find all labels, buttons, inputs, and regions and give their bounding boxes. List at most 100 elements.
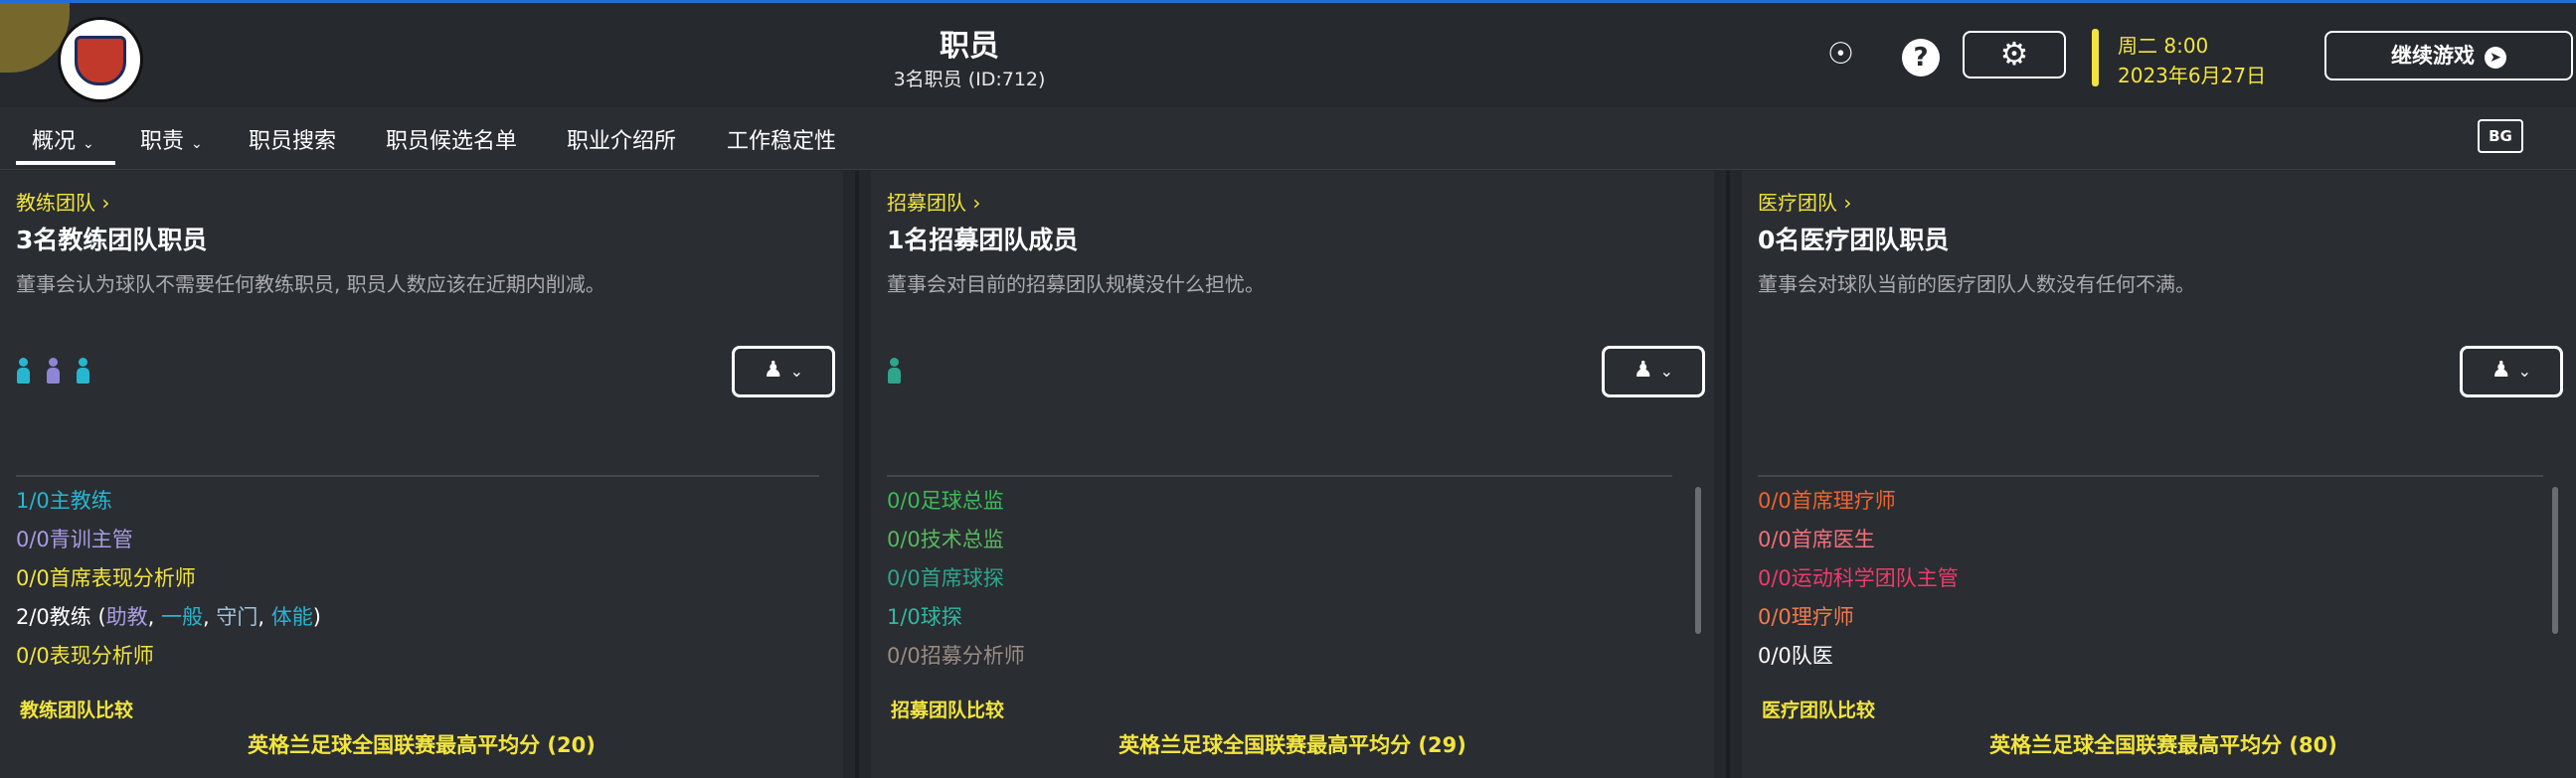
gear-icon: ⚙ bbox=[1999, 35, 2029, 73]
chevron-right-icon: › bbox=[972, 191, 981, 215]
recruitment-team-link[interactable]: 招募团队 › bbox=[887, 187, 980, 216]
tab-overview-label: 概况 bbox=[32, 129, 77, 154]
tab-staff-shortlist[interactable]: 职员候选名单 bbox=[386, 123, 517, 155]
role-count: 0/0 bbox=[1758, 566, 1792, 590]
medical-roles-scrollbar[interactable] bbox=[2552, 487, 2558, 634]
medical-team-heading: 0名医疗团队职员 bbox=[1758, 226, 1950, 254]
role-name: 招募分析师 bbox=[920, 644, 1025, 668]
role-count: 0/0 bbox=[1758, 489, 1792, 513]
globe-icon[interactable]: ☉ bbox=[1827, 37, 1854, 72]
tab-job-security[interactable]: 工作稳定性 bbox=[727, 123, 836, 155]
role-chief-analyst[interactable]: 0/0首席表现分析师 bbox=[16, 562, 196, 592]
role-head-doctor[interactable]: 0/0首席医生 bbox=[1758, 524, 1875, 553]
panel-divider bbox=[887, 475, 1672, 477]
role-director-of-football[interactable]: 0/0足球总监 bbox=[887, 485, 1004, 515]
coaching-staff-figures bbox=[16, 358, 105, 388]
coaching-compare-label: 教练团队比较 bbox=[20, 700, 134, 721]
person-icon bbox=[16, 358, 30, 384]
medical-compare-label: 医疗团队比较 bbox=[1762, 700, 1876, 721]
game-day-time: 周二 8:00 bbox=[2118, 34, 2209, 58]
role-name: 主教练 bbox=[49, 489, 112, 513]
tab-job-centre[interactable]: 职业介绍所 bbox=[567, 123, 676, 155]
role-scout[interactable]: 1/0球探 bbox=[887, 601, 962, 631]
recruitment-roles-scrollbar[interactable] bbox=[1695, 487, 1701, 634]
medical-compare-value: 英格兰足球全国联赛最高平均分 (80) bbox=[1989, 733, 2337, 757]
coach-sub-fitness[interactable]: 体能 bbox=[271, 605, 313, 629]
person-icon bbox=[887, 358, 901, 384]
continue-label: 继续游戏 bbox=[2391, 44, 2475, 68]
role-coach[interactable]: 2/0教练 (助教, 一般, 守门, 体能) bbox=[16, 601, 321, 631]
role-head-coach[interactable]: 1/0主教练 bbox=[16, 485, 112, 515]
tab-staff-search[interactable]: 职员搜索 bbox=[249, 123, 336, 155]
add-person-icon: ♟ bbox=[2490, 358, 2511, 383]
role-club-doctor[interactable]: 0/0队医 bbox=[1758, 640, 1833, 670]
role-name: 运动科学团队主管 bbox=[1791, 566, 1959, 590]
coaching-staff-panel: 教练团队 › 3名教练团队职员 董事会认为球队不需要任何教练职员, 职员人数应该… bbox=[0, 171, 843, 778]
coach-sub-general[interactable]: 一般 bbox=[161, 605, 203, 629]
role-head-of-sports-science[interactable]: 0/0运动科学团队主管 bbox=[1758, 562, 1959, 592]
chevron-right-icon: › bbox=[1843, 191, 1852, 215]
recruitment-compare-label: 招募团队比较 bbox=[891, 700, 1005, 721]
coach-sub-goalkeeping[interactable]: 守门 bbox=[216, 605, 258, 629]
game-date: 2023年6月27日 bbox=[2118, 64, 2267, 87]
panel-divider bbox=[1758, 475, 2543, 477]
role-physio[interactable]: 0/0理疗师 bbox=[1758, 601, 1854, 631]
role-count: 0/0 bbox=[1758, 528, 1792, 551]
recruitment-team-figures bbox=[887, 358, 917, 388]
tab-overview[interactable]: 概况 ⌄ bbox=[32, 123, 94, 155]
chevron-down-icon: ⌄ bbox=[191, 136, 203, 152]
role-count: 0/0 bbox=[16, 528, 50, 551]
role-technical-director[interactable]: 0/0技术总监 bbox=[887, 524, 1004, 553]
chevron-down-icon: ⌄ bbox=[83, 136, 94, 152]
page-subtitle: 3名职员 (ID:712) bbox=[893, 69, 1046, 90]
role-head-physio[interactable]: 0/0首席理疗师 bbox=[1758, 485, 1896, 515]
role-name: 教练 ( bbox=[49, 605, 106, 629]
role-count: 0/0 bbox=[16, 644, 50, 668]
add-staff-dropdown-button[interactable]: ♟ ⌄ bbox=[2460, 346, 2563, 397]
role-head-of-youth[interactable]: 0/0青训主管 bbox=[16, 524, 133, 553]
header: 职员 3名职员 (ID:712) ☉ ? ⚙ 周二 8:00 2023年6月27… bbox=[0, 3, 2576, 107]
role-name: 首席表现分析师 bbox=[49, 566, 196, 590]
medical-team-link[interactable]: 医疗团队 › bbox=[1758, 187, 1851, 216]
chevron-right-icon: › bbox=[101, 191, 110, 215]
role-name: 表现分析师 bbox=[49, 644, 154, 668]
add-person-icon: ♟ bbox=[1632, 358, 1653, 383]
role-count: 0/0 bbox=[887, 528, 921, 551]
coaching-staff-link-label: 教练团队 bbox=[16, 191, 95, 215]
add-staff-dropdown-button[interactable]: ♟ ⌄ bbox=[1602, 346, 1705, 397]
tab-responsibilities-label: 职责 bbox=[140, 129, 185, 154]
arrow-right-circle-icon: ➤ bbox=[2485, 47, 2506, 69]
role-name: 青训主管 bbox=[49, 528, 133, 551]
coach-sub-assistant[interactable]: 助教 bbox=[106, 605, 148, 629]
role-count: 0/0 bbox=[887, 644, 921, 668]
role-count: 1/0 bbox=[887, 605, 921, 629]
role-name: 技术总监 bbox=[920, 528, 1004, 551]
role-recruitment-analyst[interactable]: 0/0招募分析师 bbox=[887, 640, 1025, 670]
coaching-staff-link[interactable]: 教练团队 › bbox=[16, 187, 109, 216]
role-count: 1/0 bbox=[16, 489, 50, 513]
add-staff-dropdown-button[interactable]: ♟ ⌄ bbox=[732, 346, 835, 397]
help-button[interactable]: ? bbox=[1902, 39, 1940, 77]
recruitment-team-description: 董事会对目前的招募团队规模没什么担忧。 bbox=[887, 272, 1265, 296]
settings-button[interactable]: ⚙ bbox=[1963, 31, 2066, 78]
bg-toggle-button[interactable]: BG bbox=[2478, 119, 2523, 153]
role-name: 首席球探 bbox=[920, 566, 1004, 590]
role-name: 理疗师 bbox=[1791, 605, 1854, 629]
continue-game-button[interactable]: 继续游戏 ➤ bbox=[2324, 31, 2573, 80]
tab-responsibilities[interactable]: 职责 ⌄ bbox=[140, 123, 203, 155]
role-count: 0/0 bbox=[887, 489, 921, 513]
role-performance-analyst[interactable]: 0/0表现分析师 bbox=[16, 640, 154, 670]
tab-active-indicator bbox=[16, 161, 115, 165]
panel-gap bbox=[855, 171, 859, 778]
chevron-down-icon: ⌄ bbox=[1659, 362, 1674, 381]
tab-bar: 概况 ⌄ 职责 ⌄ 职员搜索 职员候选名单 职业介绍所 工作稳定性 bbox=[0, 107, 2576, 170]
medical-team-description: 董事会对球队当前的医疗团队人数没有任何不满。 bbox=[1758, 272, 2195, 296]
medical-team-panel: 医疗团队 › 0名医疗团队职员 董事会对球队当前的医疗团队人数没有任何不满。 ♟… bbox=[1742, 171, 2576, 778]
role-chief-scout[interactable]: 0/0首席球探 bbox=[887, 562, 1004, 592]
coaching-staff-heading: 3名教练团队职员 bbox=[16, 226, 208, 254]
person-icon bbox=[76, 358, 89, 384]
page-title: 职员 bbox=[940, 29, 999, 64]
role-name: 首席理疗师 bbox=[1791, 489, 1896, 513]
panel-divider bbox=[16, 475, 819, 477]
coaching-staff-description: 董事会认为球队不需要任何教练职员, 职员人数应该在近期内削减。 bbox=[16, 272, 605, 296]
